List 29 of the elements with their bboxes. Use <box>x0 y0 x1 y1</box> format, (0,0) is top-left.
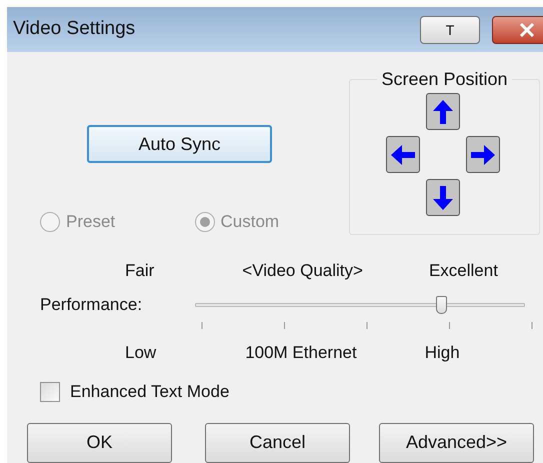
dialog-button[interactable]: Cancel <box>205 422 350 462</box>
high-label: High <box>424 343 460 363</box>
fair-label: Fair <box>125 261 154 281</box>
arrow-up-icon <box>432 98 454 124</box>
ethernet-label: 100M Ethernet <box>245 343 357 363</box>
window-title: Video Settings <box>13 17 136 42</box>
title-button[interactable]: T <box>420 16 480 44</box>
radio-label: Preset <box>66 211 116 233</box>
excellent-label: Excellent <box>428 261 498 281</box>
radio-label: Custom <box>220 211 280 233</box>
group-title: Screen Position <box>380 68 509 91</box>
dialog-button[interactable]: OK <box>27 422 172 462</box>
performance-label: Performance: <box>40 294 144 316</box>
arrow-button[interactable] <box>426 179 460 216</box>
checkbox[interactable] <box>40 382 60 402</box>
video-quality-label: <Video Quality> <box>242 261 363 281</box>
dialog-button[interactable]: Advanced>> <box>379 422 534 462</box>
slider-thumb[interactable] <box>436 296 447 314</box>
arrow-button[interactable] <box>426 93 460 130</box>
arrow-button[interactable] <box>466 136 500 173</box>
auto-sync-button[interactable]: Auto Sync <box>87 125 272 163</box>
arrow-right-icon <box>470 144 496 166</box>
close-icon <box>519 22 535 36</box>
arrow-left-icon <box>390 144 416 166</box>
low-label: Low <box>125 343 156 363</box>
close-button[interactable] <box>492 16 543 44</box>
checkbox-label: Enhanced Text Mode <box>70 381 230 403</box>
arrow-down-icon <box>432 184 454 210</box>
arrow-button[interactable] <box>386 136 420 173</box>
